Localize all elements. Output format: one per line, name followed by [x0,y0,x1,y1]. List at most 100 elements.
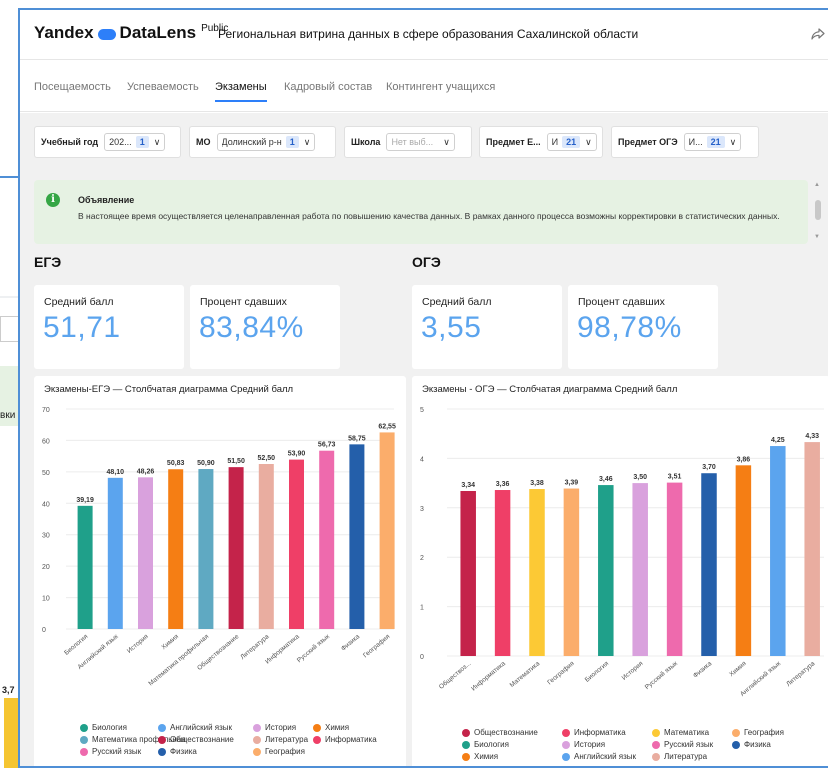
legend-item[interactable]: Биология [80,723,127,732]
announcement-scrollbar[interactable]: ▲ ▼ [812,180,824,244]
legend-item[interactable]: Английский язык [158,723,232,732]
x-tick-label: Биология [63,633,90,657]
y-tick-label: 60 [42,438,50,445]
bar[interactable] [735,465,752,656]
x-tick-label: Литература [785,660,817,688]
tab-students[interactable]: Контингент учащихся [386,81,495,93]
y-tick-label: 20 [42,564,50,571]
legend-item[interactable]: Русский язык [80,747,141,756]
filter-school[interactable]: Школа Нет выб... ∨ [344,126,472,158]
bar[interactable] [289,459,304,629]
legend-item[interactable]: География [253,747,305,756]
legend-item[interactable]: История [562,740,605,749]
top-bar: Yandex DataLens Public Региональная витр… [20,10,828,60]
legend-item[interactable]: Обществознание [158,735,234,744]
filter-municipality[interactable]: МО Долинский р-н 1 ∨ [189,126,336,158]
filter-ege-subject[interactable]: Предмет Е... И 21 ∨ [479,126,603,158]
filter-select[interactable]: Нет выб... ∨ [386,133,455,151]
x-tick-label: Химия [160,633,180,651]
legend-item[interactable]: Русский язык [652,740,713,749]
background-value-label: 3,7 [2,685,15,695]
legend-item[interactable]: Литература [652,752,707,761]
filter-school-year[interactable]: Учебный год 202... 1 ∨ [34,126,181,158]
bar[interactable] [598,485,614,656]
legend-item[interactable]: Биология [462,740,509,749]
tab-attendance[interactable]: Посещаемость [34,81,111,93]
bar[interactable] [258,464,274,629]
filter-select[interactable]: И 21 ∨ [546,133,597,151]
legend-label: Химия [474,752,499,761]
bar-value-label: 62,55 [378,423,396,430]
filter-label: Предмет ОГЭ [618,137,678,147]
bar[interactable] [138,477,153,629]
bar[interactable] [349,444,365,629]
bar[interactable] [107,477,123,629]
filter-count-badge: 21 [706,136,725,148]
bar[interactable] [666,482,683,656]
legend-label: Биология [474,740,509,749]
legend-item[interactable]: Литература [253,735,308,744]
filter-oge-subject[interactable]: Предмет ОГЭ И... 21 ∨ [611,126,759,158]
x-tick-label: География [362,633,392,660]
bar[interactable] [198,469,214,629]
x-tick-label: Математика [509,660,542,689]
bar[interactable] [494,490,511,656]
filter-select[interactable]: 202... 1 ∨ [104,133,166,151]
filter-select[interactable]: И... 21 ∨ [683,133,742,151]
legend-item[interactable]: История [253,723,296,732]
share-icon[interactable] [810,26,826,42]
tab-exams[interactable]: Экзамены [215,81,267,102]
y-tick-label: 70 [42,407,50,414]
bar[interactable] [168,469,184,629]
legend-item[interactable]: Химия [313,723,349,732]
kpi-label: Средний балл [44,296,114,308]
bar-value-label: 3,39 [565,480,579,487]
legend-label: Информатика [325,735,377,744]
bar[interactable] [379,432,395,629]
announcement-banner: i Объявление В настоящее время осуществл… [34,180,808,244]
scroll-up-icon[interactable]: ▲ [814,182,820,188]
bar[interactable] [804,442,820,656]
bar[interactable] [701,473,717,656]
bar[interactable] [632,483,648,656]
legend-item[interactable]: Обществознание [462,728,538,737]
legend-item[interactable]: Английский язык [562,752,636,761]
background-bar [4,698,18,768]
chevron-down-icon: ∨ [585,136,592,147]
legend-label: Физика [744,740,771,749]
y-tick-label: 0 [42,627,46,634]
bar[interactable] [770,446,786,656]
bar[interactable] [563,488,580,656]
legend-item[interactable]: Физика [732,740,771,749]
legend-item[interactable]: Информатика [562,728,626,737]
bar[interactable] [319,450,335,629]
bar-value-label: 53,90 [288,451,306,458]
bar[interactable] [228,467,244,629]
legend-swatch [652,728,660,737]
kpi-oge-pass-rate: Процент сдавших 98,78% [568,285,718,369]
chevron-down-icon: ∨ [443,136,450,147]
legend-label: Английский язык [170,723,233,732]
filter-value: Долинский р-н [221,137,282,147]
scrollbar-thumb[interactable] [815,200,821,220]
legend-label: Биология [92,723,127,732]
bar[interactable] [529,489,545,656]
tab-performance[interactable]: Успеваемость [127,81,199,93]
legend-item[interactable]: Физика [158,747,197,756]
scroll-down-icon[interactable]: ▼ [814,234,820,240]
bar[interactable] [77,505,93,629]
legend-label: Русский язык [92,747,142,756]
bar[interactable] [460,491,476,656]
bar-value-label: 48,26 [137,468,155,475]
legend-item[interactable]: Математика [652,728,709,737]
legend-item[interactable]: Информатика [313,735,377,744]
tab-bar: Посещаемость Успеваемость Экзамены Кадро… [20,60,828,112]
kpi-ege-pass-rate: Процент сдавших 83,84% [190,285,340,369]
legend-label: География [265,747,305,756]
y-tick-label: 1 [420,605,424,612]
tab-staff[interactable]: Кадровый состав [284,81,372,93]
filter-select[interactable]: Долинский р-н 1 ∨ [216,133,316,151]
app-logo[interactable]: Yandex DataLens Public [34,23,228,43]
legend-item[interactable]: Химия [462,752,498,761]
legend-item[interactable]: География [732,728,784,737]
